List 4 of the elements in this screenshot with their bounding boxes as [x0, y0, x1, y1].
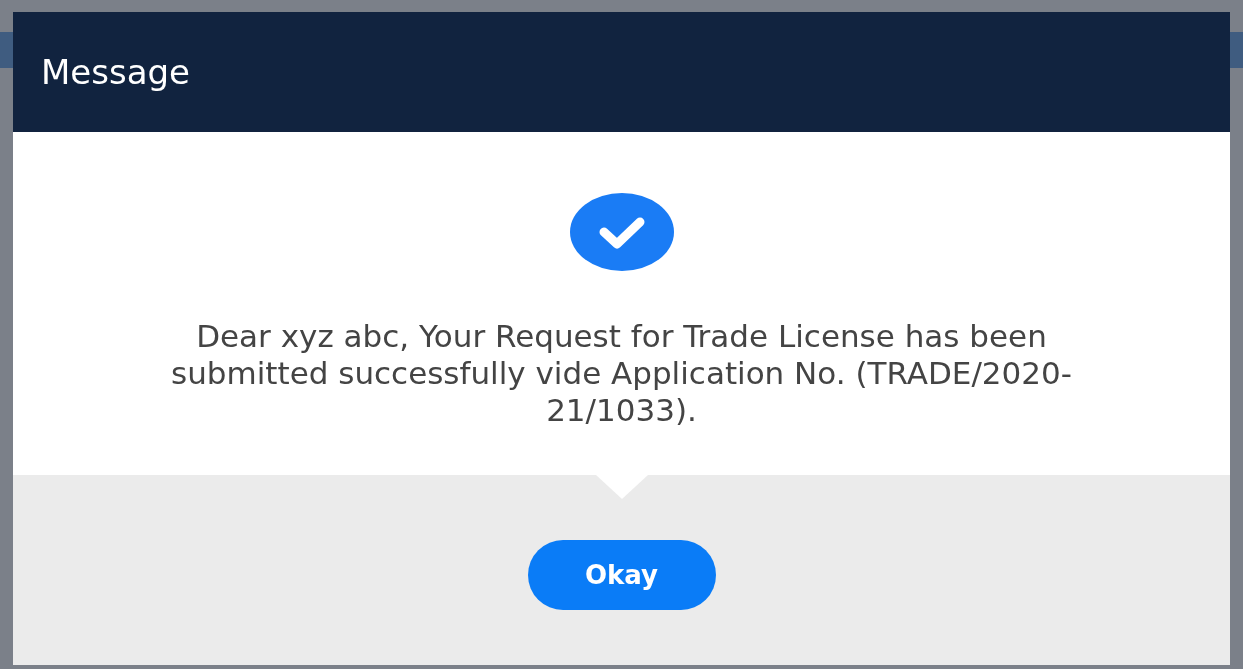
- okay-button[interactable]: Okay: [527, 540, 716, 610]
- message-text: Dear xyz abc, Your Request for Trade License has been submitted successfully vide Application No. (TRADE/2020-21/1033).: [170, 318, 1073, 430]
- check-icon: [569, 192, 674, 272]
- dialog-title: Message: [41, 52, 190, 92]
